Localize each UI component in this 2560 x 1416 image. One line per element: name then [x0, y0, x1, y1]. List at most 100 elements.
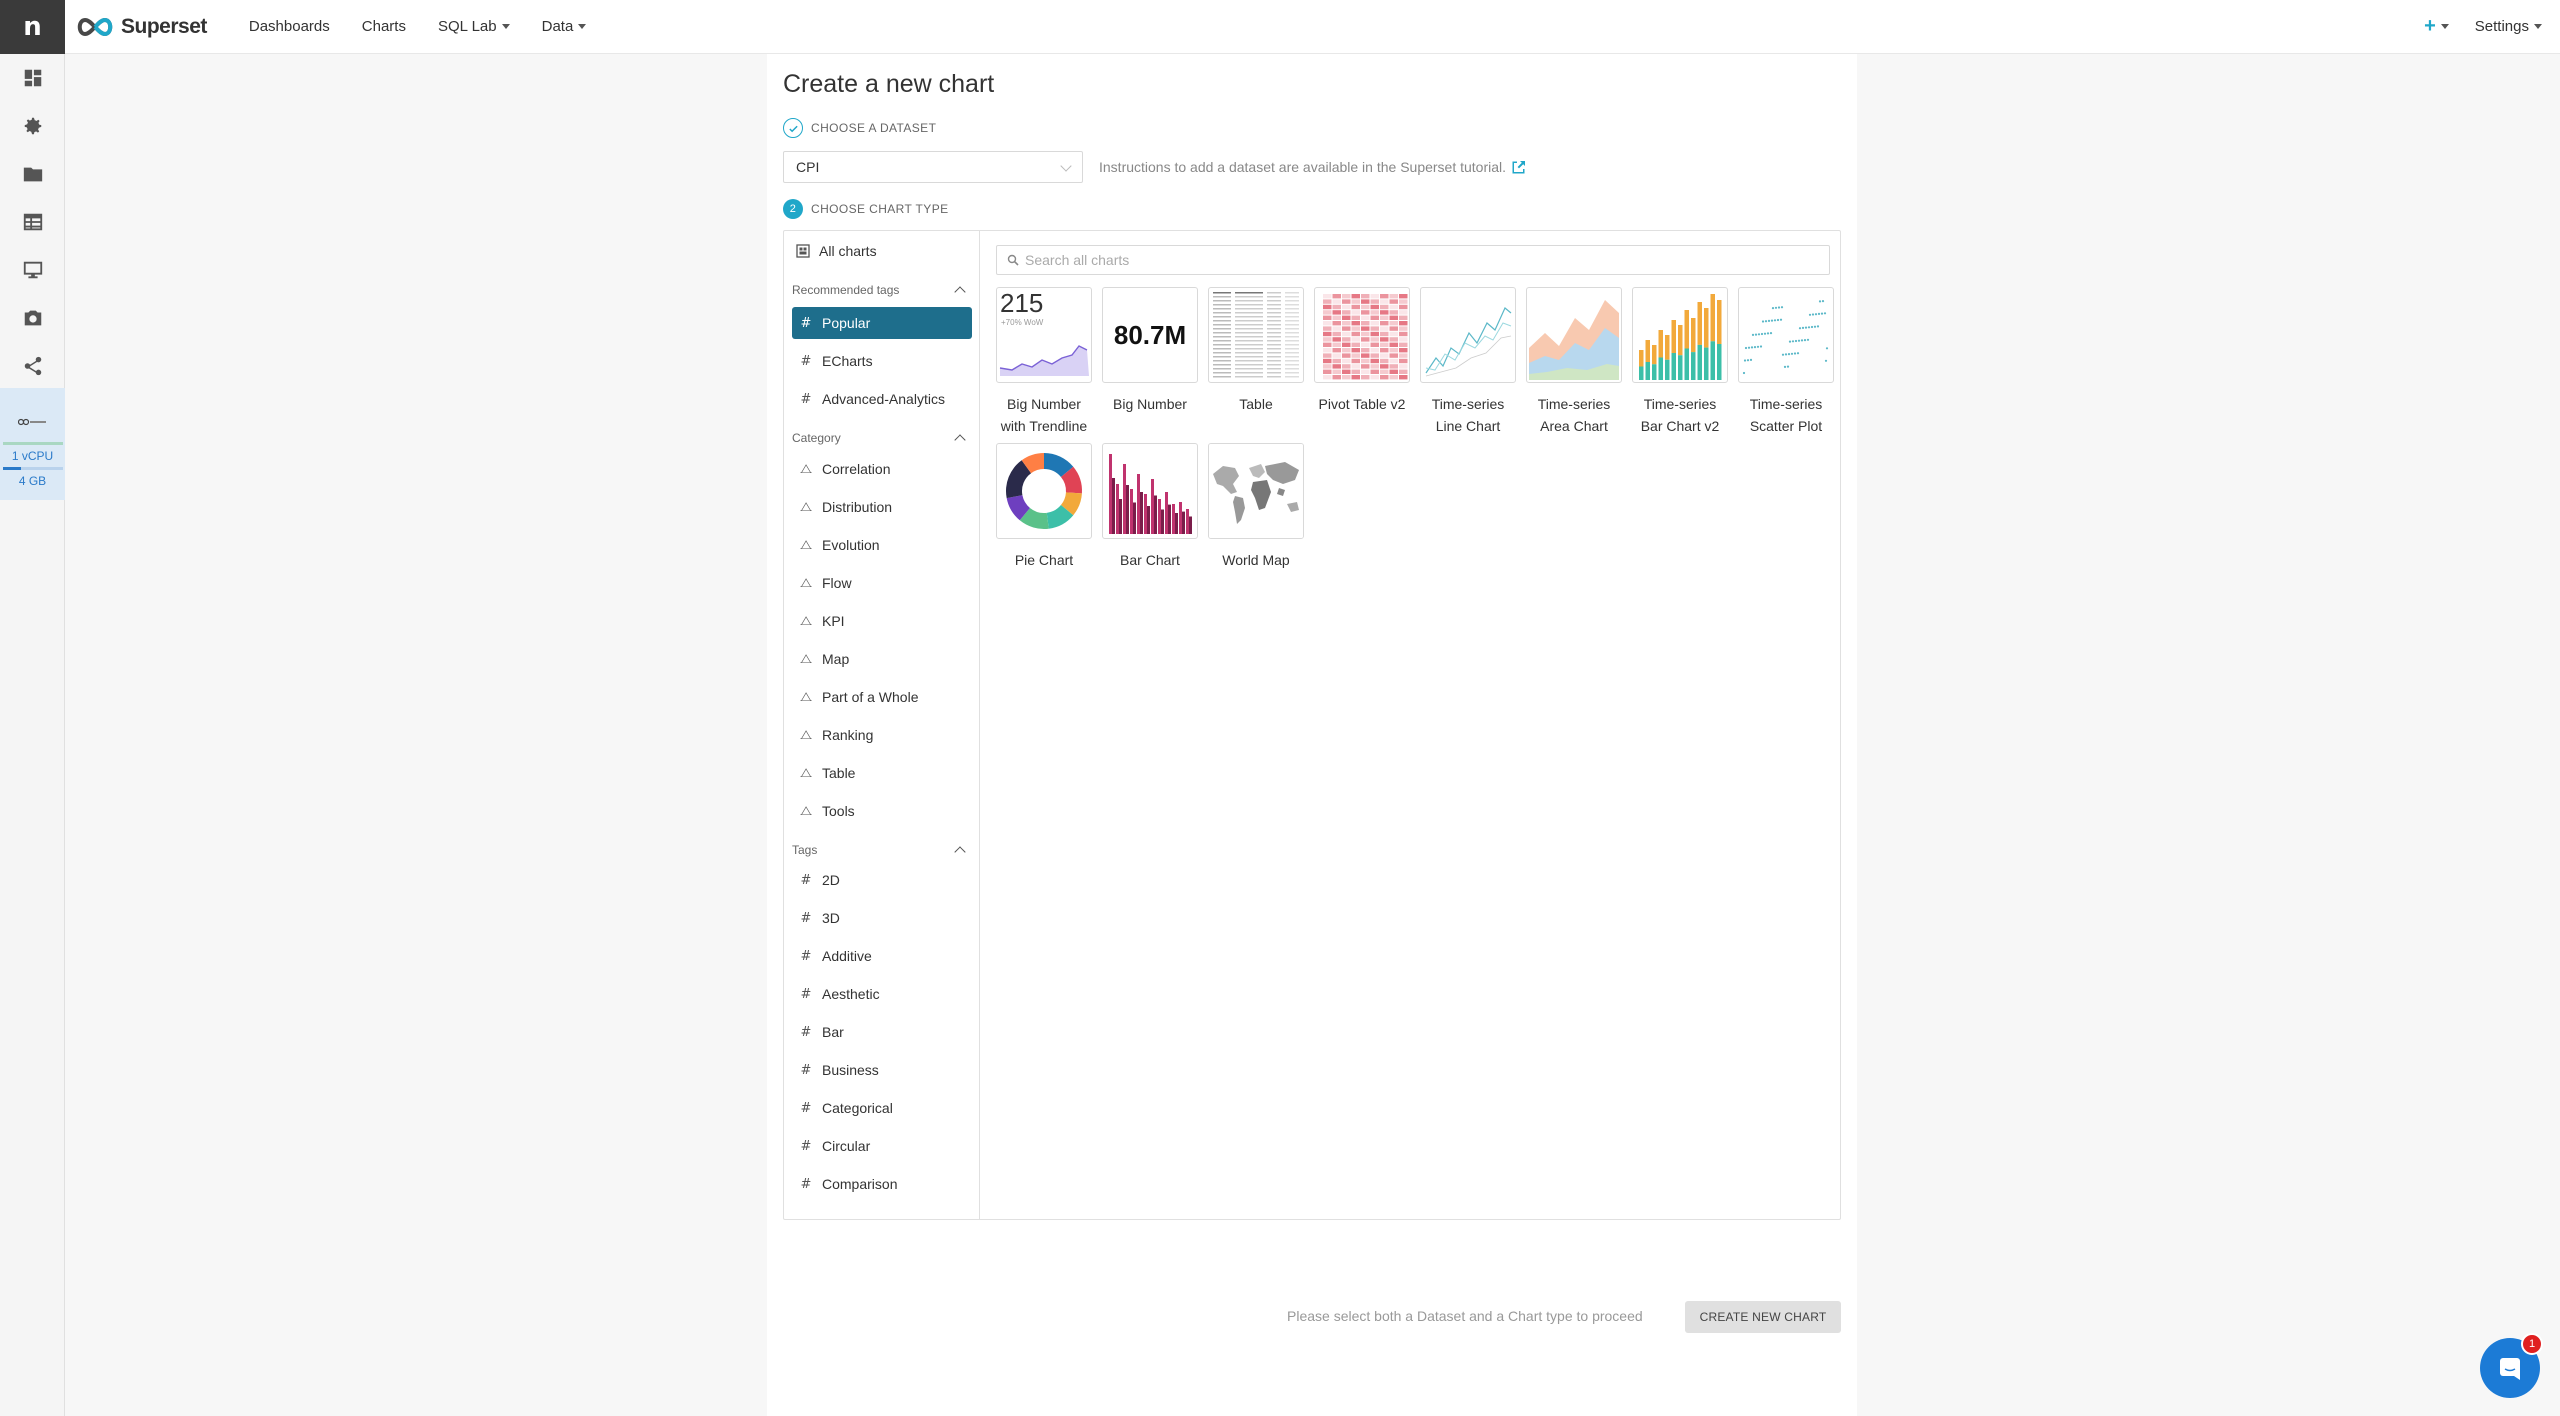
app-logo[interactable]: n	[0, 0, 65, 54]
chart-tile-line[interactable]: Time-series Line Chart	[1420, 287, 1516, 437]
all-charts-item[interactable]: All charts	[796, 243, 877, 259]
tag-3d[interactable]: #3D	[792, 902, 972, 934]
thumb-mark	[1119, 499, 1122, 534]
category-table[interactable]: ⧍ Table	[792, 757, 972, 789]
category-part-of-a-whole[interactable]: ⧍ Part of a Whole	[792, 681, 972, 713]
chart-tile-world-map[interactable]: World Map	[1208, 443, 1304, 571]
thumb-mark	[1380, 299, 1389, 304]
thumb-big-number-value: 215	[1000, 288, 1043, 318]
settings-menu[interactable]: Settings	[2475, 18, 2542, 35]
table-icon[interactable]	[0, 198, 65, 246]
thumb-mark	[1189, 516, 1192, 534]
chart-tile-big-number[interactable]: 80.7M Big Number	[1102, 287, 1198, 415]
caret-down-icon	[578, 24, 587, 29]
new-item-button[interactable]: +	[2424, 15, 2449, 38]
thumb-mark	[1370, 315, 1379, 320]
gear-icon[interactable]	[0, 102, 65, 150]
thumb-mark	[1213, 340, 1231, 342]
category-header[interactable]: Category	[792, 431, 972, 446]
category-evolution[interactable]: ⧍ Evolution	[792, 529, 972, 561]
thumb-mark	[1285, 376, 1299, 378]
chart-tile-scatter[interactable]: Time-series Scatter Plot	[1738, 287, 1834, 437]
external-link-icon[interactable]	[1512, 160, 1526, 174]
thumb-mark	[1213, 308, 1231, 310]
chart-tile-bar-ts[interactable]: Time-series Bar Chart v2	[1632, 287, 1728, 437]
thumb-mark	[1351, 375, 1360, 380]
nav-dashboards[interactable]: Dashboards	[249, 18, 330, 35]
category-correlation[interactable]: ⧍ Correlation	[792, 453, 972, 485]
thumb-mark	[1213, 320, 1231, 322]
shapes-icon: ⧍	[799, 575, 813, 591]
thumb-mark	[1323, 353, 1332, 358]
tag-advanced-analytics[interactable]: # Advanced-Analytics	[792, 383, 972, 415]
thumb-mark	[1370, 369, 1379, 374]
thumb-mark	[1665, 335, 1670, 360]
thumb-mark	[1342, 294, 1351, 299]
thumb-mark	[1389, 348, 1398, 353]
folder-icon[interactable]	[0, 150, 65, 198]
chart-tile-table[interactable]: Table	[1208, 287, 1304, 415]
category-ranking[interactable]: ⧍ Ranking	[792, 719, 972, 751]
tag-business[interactable]: # Business	[792, 1054, 972, 1086]
category-tools[interactable]: ⧍ Tools	[792, 795, 972, 827]
thumb-mark	[1780, 306, 1784, 309]
chart-tile-bar[interactable]: Bar Chart	[1102, 443, 1198, 571]
tag-2d[interactable]: #2D	[792, 864, 972, 896]
tag-additive[interactable]: # Additive	[792, 940, 972, 972]
thumb-bar-ts	[1632, 287, 1728, 383]
category-kpi[interactable]: ⧍ KPI	[792, 605, 972, 637]
caret-down-icon	[2534, 24, 2542, 29]
chart-tile-label: Pivot Table v2	[1318, 396, 1406, 412]
chart-tile-label: Time-series Bar Chart v2	[1640, 396, 1720, 434]
share-icon[interactable]	[0, 342, 65, 390]
thumb-mark	[1342, 299, 1351, 304]
caret-down-icon	[501, 24, 510, 29]
thumb-mark	[1825, 347, 1829, 350]
tag-aesthetic[interactable]: # Aesthetic	[792, 978, 972, 1010]
tag-comparison[interactable]: # Comparison	[792, 1168, 972, 1200]
tag-categorical[interactable]: # Categorical	[792, 1092, 972, 1124]
tag-popular[interactable]: # Popular	[792, 307, 972, 339]
nav-data[interactable]: Data	[542, 18, 587, 35]
tag-bar[interactable]: # Bar	[792, 1016, 972, 1048]
monitor-icon[interactable]	[0, 246, 65, 294]
thumb-mark	[1323, 326, 1332, 331]
thumb-mark	[1235, 292, 1263, 294]
tag-echarts[interactable]: # ECharts	[792, 345, 972, 377]
dataset-select[interactable]: CPI	[783, 151, 1083, 183]
thumb-mark	[1285, 344, 1299, 346]
chart-tile-area[interactable]: Time-series Area Chart	[1526, 287, 1622, 437]
nav-sql-lab[interactable]: SQL Lab	[438, 18, 510, 35]
resource-usage-panel[interactable]: 1 vCPU 4 GB	[0, 388, 65, 500]
nav-charts[interactable]: Charts	[362, 18, 406, 35]
thumb-mark	[1285, 352, 1299, 354]
recommended-tags-header[interactable]: Recommended tags	[792, 283, 972, 298]
thumb-mark	[1267, 360, 1281, 362]
chart-tile-pie[interactable]: Pie Chart	[996, 443, 1092, 571]
thumb-mark	[1342, 321, 1351, 326]
dashboard-icon[interactable]	[0, 54, 65, 102]
brand[interactable]: Superset	[75, 15, 207, 39]
chart-tile-pivot-table[interactable]: Pivot Table v2	[1314, 287, 1410, 415]
superset-logo-icon	[77, 17, 113, 36]
thumb-mark	[1323, 304, 1332, 310]
thumb-mark	[1285, 360, 1299, 362]
chart-tile-big-number-trendline[interactable]: 215 +70% WoW Big Number with Trendline	[996, 287, 1092, 437]
tags-header[interactable]: Tags	[792, 843, 972, 858]
create-new-chart-button[interactable]: CREATE NEW CHART	[1685, 1301, 1841, 1333]
thumb-mark	[1332, 358, 1341, 364]
shapes-icon: ⧍	[799, 537, 813, 553]
tag-circular[interactable]: # Circular	[792, 1130, 972, 1162]
camera-icon[interactable]	[0, 294, 65, 342]
thumb-mark	[1213, 372, 1231, 374]
category-map[interactable]: ⧍ Map	[792, 643, 972, 675]
chart-search-input[interactable]: Search all charts	[996, 245, 1830, 275]
thumb-mark	[1267, 324, 1281, 326]
thumb-mark	[1351, 326, 1360, 331]
thumb-mark	[1213, 324, 1231, 326]
thumb-mark	[1267, 352, 1281, 354]
category-distribution[interactable]: ⧍ Distribution	[792, 491, 972, 523]
thumb-mark	[1267, 312, 1281, 314]
thumb-mark	[1285, 328, 1299, 330]
category-flow[interactable]: ⧍ Flow	[792, 567, 972, 599]
